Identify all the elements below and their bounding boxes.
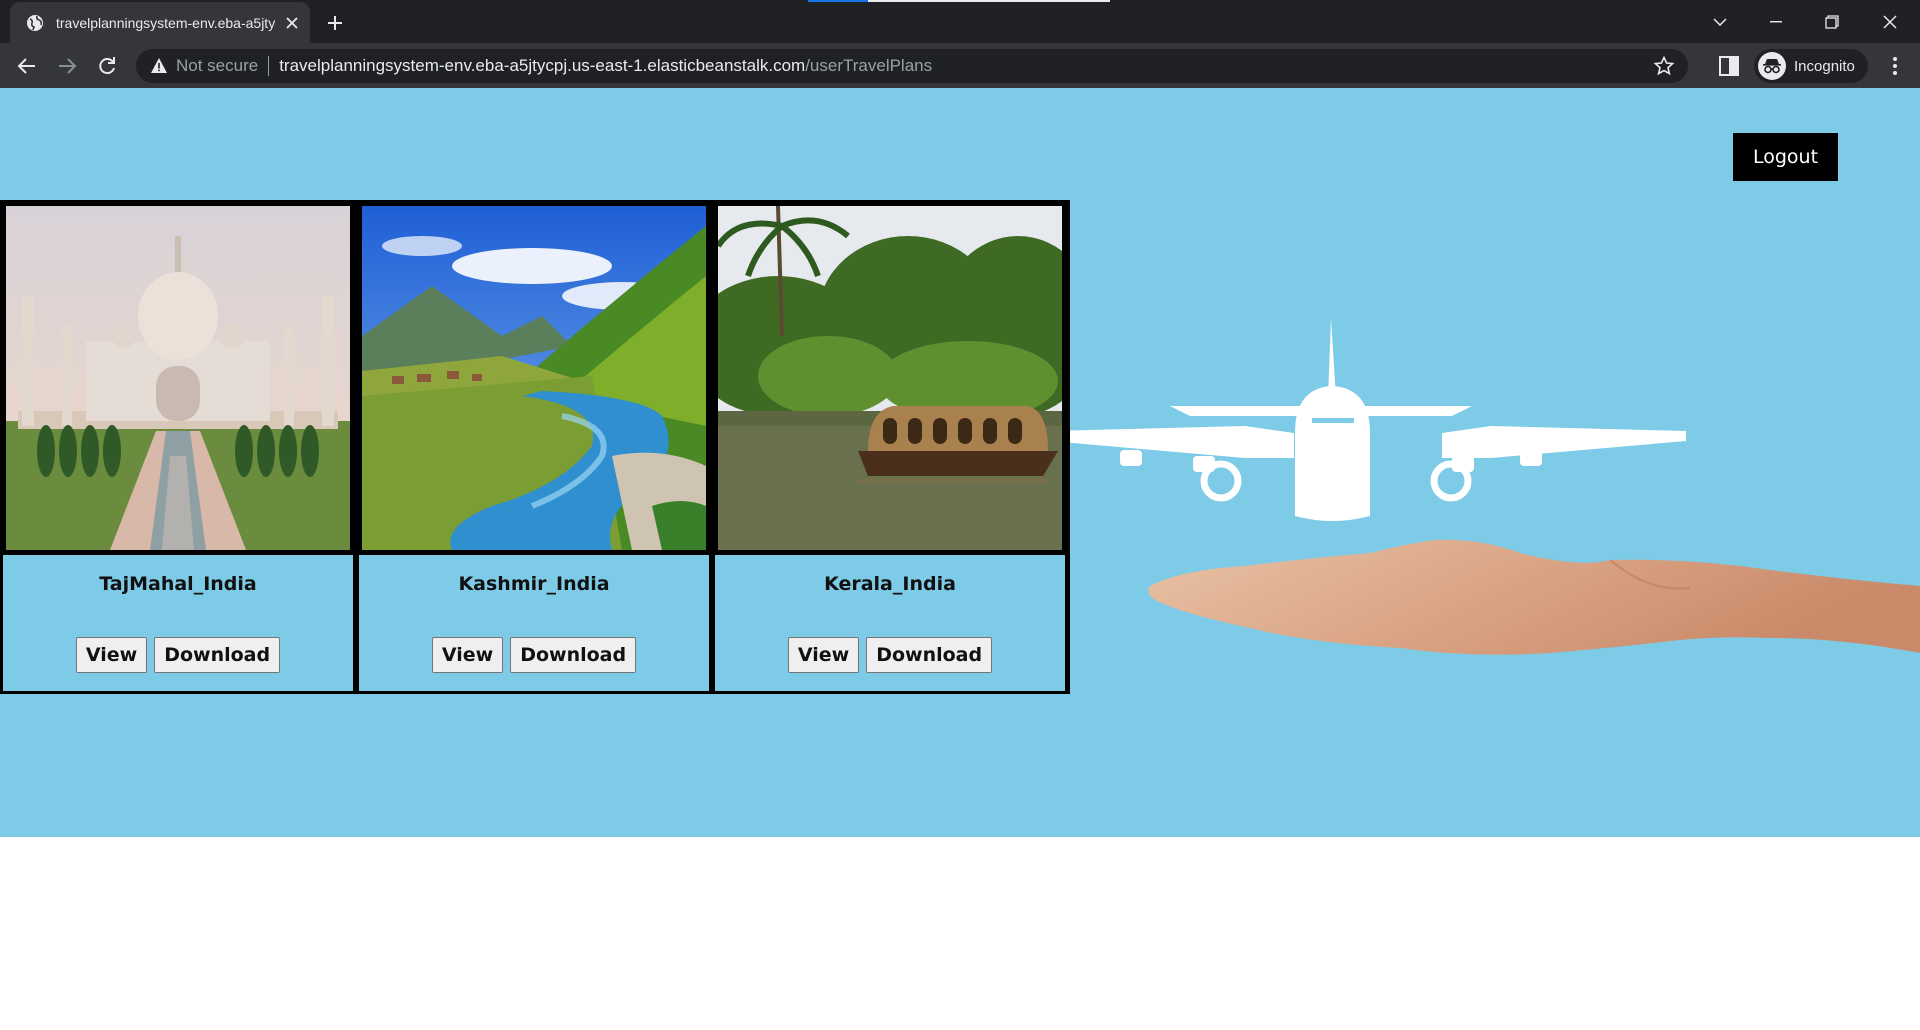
back-icon[interactable] (12, 51, 42, 81)
side-panel-icon[interactable] (1718, 55, 1740, 77)
download-button[interactable]: Download (510, 637, 637, 673)
travel-plans-grid: TajMahal_India View Download Kashmir_Ind… (0, 200, 1070, 694)
download-button[interactable]: Download (866, 637, 993, 673)
browser-toolbar: Not secure travelplanningsystem-env.eba-… (0, 43, 1920, 88)
logout-button[interactable]: Logout (1733, 133, 1838, 181)
travel-plan-info: Kashmir_India View Download (359, 555, 709, 691)
globe-icon (27, 14, 43, 31)
divider (268, 56, 270, 76)
browser-tab[interactable]: travelplanningsystem-env.eba-a5jtycpj.us… (10, 2, 310, 43)
kerala-photo (718, 206, 1062, 550)
travel-plan-card: Kerala_India View Download (712, 200, 1068, 694)
kashmir-photo (362, 206, 706, 550)
profile-button[interactable]: Incognito (1754, 49, 1868, 83)
warning-icon[interactable] (150, 57, 168, 75)
download-button[interactable]: Download (154, 637, 281, 673)
more-vert-icon[interactable] (1882, 53, 1908, 79)
star-icon[interactable] (1654, 56, 1674, 76)
plan-name: Kerala_India (824, 573, 956, 595)
hero-illustration (1050, 318, 1920, 655)
loading-bar (808, 0, 1110, 2)
address-bar[interactable]: Not secure travelplanningsystem-env.eba-… (136, 49, 1688, 83)
page-content: Logout TajMahal_India View Download Kash… (0, 88, 1920, 837)
plan-name: TajMahal_India (99, 573, 257, 595)
security-status[interactable]: Not secure (176, 56, 258, 76)
hand-illustration (1148, 539, 1920, 655)
view-button[interactable]: View (431, 637, 504, 673)
plan-name: Kashmir_India (458, 573, 610, 595)
url-path: /userTravelPlans (805, 56, 933, 75)
plus-icon[interactable] (322, 10, 348, 36)
profile-label: Incognito (1794, 57, 1855, 75)
travel-plan-info: TajMahal_India View Download (3, 555, 353, 691)
chevron-down-icon[interactable] (1692, 0, 1748, 43)
plan-actions: View Download (3, 637, 353, 673)
forward-icon[interactable] (52, 51, 82, 81)
tab-strip: travelplanningsystem-env.eba-a5jtycpj.us… (0, 0, 1920, 43)
tab-title: travelplanningsystem-env.eba-a5jtycpj.us… (56, 14, 276, 31)
travel-plan-card: TajMahal_India View Download (0, 200, 356, 694)
reload-icon[interactable] (92, 51, 122, 81)
view-button[interactable]: View (787, 637, 860, 673)
plan-actions: View Download (715, 637, 1065, 673)
minimize-icon[interactable] (1748, 0, 1804, 43)
travel-plan-card: Kashmir_India View Download (356, 200, 712, 694)
incognito-icon (1758, 52, 1786, 80)
url-host: travelplanningsystem-env.eba-a5jtycpj.us… (279, 56, 806, 75)
houseboat-icon (858, 406, 1058, 476)
restore-icon[interactable] (1804, 0, 1860, 43)
close-icon[interactable] (280, 11, 304, 35)
plan-actions: View Download (359, 637, 709, 673)
airplane-icon (1050, 318, 1686, 521)
tajmahal-photo (6, 206, 350, 550)
travel-plan-info: Kerala_India View Download (715, 555, 1065, 691)
window-close-icon[interactable] (1862, 0, 1918, 43)
view-button[interactable]: View (75, 637, 148, 673)
